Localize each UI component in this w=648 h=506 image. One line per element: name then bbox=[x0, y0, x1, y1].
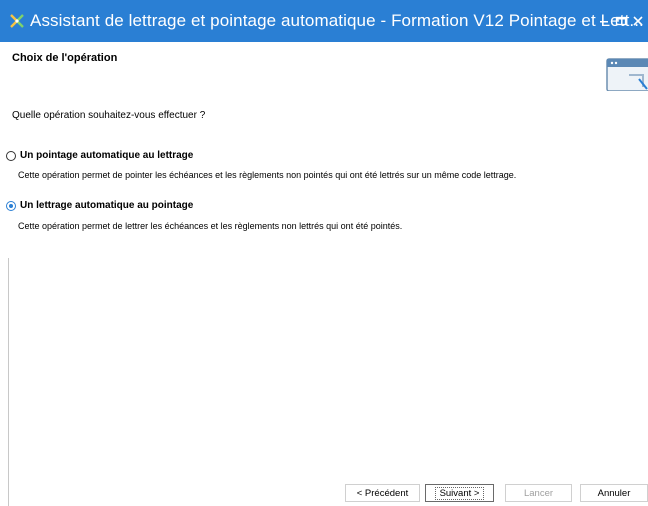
launch-button: Lancer bbox=[505, 484, 572, 502]
close-icon[interactable] bbox=[630, 12, 646, 30]
next-button-label: Suivant > bbox=[434, 486, 485, 500]
option-pointage-label[interactable]: Un pointage automatique au lettrage bbox=[20, 150, 193, 161]
next-button[interactable]: Suivant > bbox=[425, 484, 494, 502]
title-bar: Assistant de lettrage et pointage automa… bbox=[0, 0, 648, 42]
question-text: Quelle opération souhaitez-vous effectue… bbox=[12, 110, 206, 121]
previous-button[interactable]: < Précédent bbox=[345, 484, 420, 502]
option-pointage-description: Cette opération permet de pointer les éc… bbox=[18, 170, 517, 180]
cancel-button[interactable]: Annuler bbox=[580, 484, 648, 502]
option-lettrage-description: Cette opération permet de lettrer les éc… bbox=[18, 221, 403, 231]
maximize-icon[interactable] bbox=[613, 12, 629, 30]
wizard-header: Choix de l'opération bbox=[0, 42, 648, 100]
content-border bbox=[8, 258, 9, 506]
wizard-window-icon bbox=[606, 58, 648, 91]
radio-pointage[interactable] bbox=[6, 151, 16, 161]
window-title: Assistant de lettrage et pointage automa… bbox=[30, 11, 644, 30]
wizard-app-icon bbox=[10, 14, 24, 28]
radio-lettrage[interactable] bbox=[6, 201, 16, 211]
option-lettrage-label[interactable]: Un lettrage automatique au pointage bbox=[20, 200, 193, 211]
minimize-icon[interactable] bbox=[596, 12, 612, 30]
page-title: Choix de l'opération bbox=[12, 52, 118, 64]
